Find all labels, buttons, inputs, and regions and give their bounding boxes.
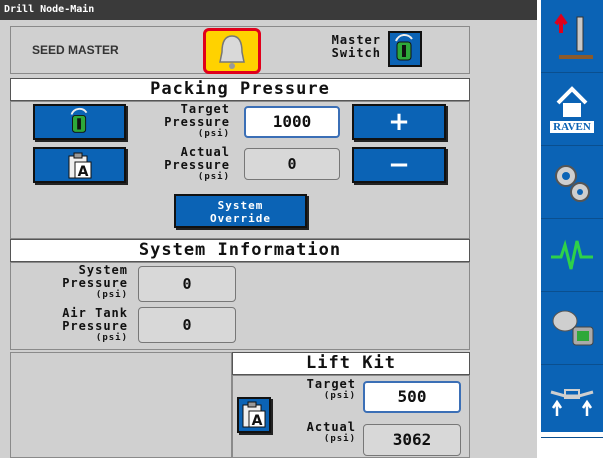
system-pressure-unit: (psi) <box>95 290 128 300</box>
actual-pressure-label: Actual Pressure (psi) <box>132 146 230 183</box>
system-information-title: System Information <box>10 239 470 262</box>
target-pressure-label: Target Pressure (psi) <box>132 103 230 140</box>
svg-text:A: A <box>252 413 263 429</box>
lift-kit-auto-button[interactable]: A <box>237 397 271 433</box>
joystick-icon <box>552 310 594 346</box>
air-tank-pressure-label: Air Tank Pressure (psi) <box>30 307 128 344</box>
actual-pressure-unit: (psi) <box>197 172 230 182</box>
implement-lift-icon <box>554 13 593 59</box>
sidebar-item-implement-lift[interactable] <box>541 0 603 73</box>
actual-pressure-field: 0 <box>244 148 340 180</box>
empty-panel <box>10 352 232 458</box>
actual-pressure-label-2: Pressure <box>164 158 230 172</box>
power-switch-icon <box>395 34 413 61</box>
lift-kit-title: Lift Kit <box>232 352 470 375</box>
sprayer-boom-icon <box>550 389 594 416</box>
auto-mode-button[interactable]: A <box>33 147 126 183</box>
system-pressure-label: System Pressure (psi) <box>30 264 128 301</box>
master-switch-button[interactable] <box>388 31 422 67</box>
lift-actual-label: Actual (psi) <box>278 420 356 445</box>
brand-text: SEED MASTER <box>32 43 119 57</box>
raven-label: RAVEN <box>550 121 594 133</box>
svg-text:A: A <box>78 164 89 180</box>
diagnostics-icon <box>551 239 593 270</box>
packing-pressure-title: Packing Pressure <box>10 78 470 101</box>
lift-target-label: Target (psi) <box>278 377 356 402</box>
lift-target-label-text: Target <box>306 377 356 391</box>
alarm-button[interactable] <box>203 28 261 74</box>
master-switch-label-2: Switch <box>331 46 381 60</box>
system-override-button[interactable]: System Override <box>174 194 307 228</box>
master-switch-label: Master Switch <box>305 34 381 60</box>
air-tank-pressure-unit: (psi) <box>95 333 128 343</box>
decrease-button[interactable]: − <box>352 147 446 183</box>
system-pressure-label-2: Pressure <box>62 276 128 290</box>
clipboard-auto-icon: A <box>242 401 266 429</box>
system-override-label-2: Override <box>210 212 271 225</box>
lift-actual-unit: (psi) <box>323 434 356 444</box>
sidebar-item-sprayer-boom[interactable] <box>541 365 603 438</box>
target-pressure-label-2: Pressure <box>164 115 230 129</box>
raven-home-icon <box>556 86 588 117</box>
clipboard-auto-icon: A <box>68 152 92 180</box>
lift-actual-label-text: Actual <box>306 420 356 434</box>
air-tank-pressure-label-2: Pressure <box>62 319 128 333</box>
system-override-label-1: System <box>217 199 264 212</box>
power-switch-icon <box>70 107 88 133</box>
target-pressure-unit: (psi) <box>197 129 230 139</box>
packing-enable-button[interactable] <box>33 104 126 140</box>
lift-actual-field: 3062 <box>363 424 461 456</box>
sidebar-item-raven-home[interactable]: RAVEN <box>541 73 603 146</box>
bell-icon <box>219 35 245 69</box>
air-tank-pressure-field: 0 <box>138 307 236 343</box>
sidebar-item-joystick[interactable] <box>541 292 603 365</box>
sidebar-item-diagnostics[interactable] <box>541 219 603 292</box>
seedmaster-logo: SEED MASTER <box>32 40 182 60</box>
system-pressure-field: 0 <box>138 266 236 302</box>
sidebar-item-settings[interactable] <box>541 146 603 219</box>
target-pressure-field[interactable]: 1000 <box>244 106 340 138</box>
lift-target-field[interactable]: 500 <box>363 381 461 413</box>
sidebar: RAVEN <box>541 0 603 438</box>
window-title: Drill Node-Main <box>0 0 537 20</box>
increase-button[interactable]: + <box>352 104 446 140</box>
lift-target-unit: (psi) <box>323 391 356 401</box>
gears-icon <box>555 165 590 202</box>
